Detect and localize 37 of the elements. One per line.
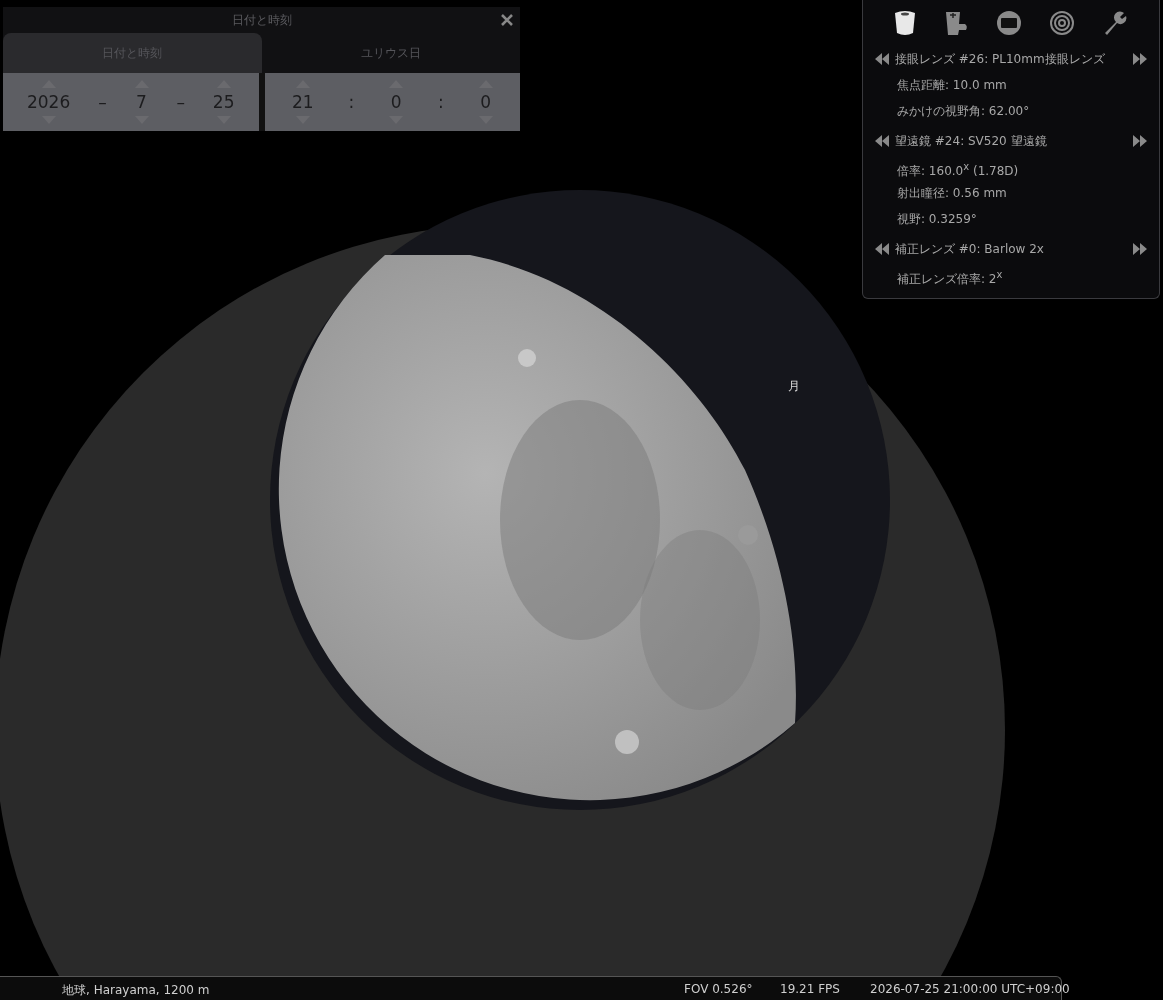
spinner-value[interactable]: 2026 bbox=[26, 91, 71, 113]
spinner-value[interactable]: 7 bbox=[136, 91, 147, 113]
target-icon[interactable] bbox=[1048, 10, 1075, 36]
location-text: 地球, Harayama, 1200 m bbox=[62, 982, 210, 999]
previous-icon[interactable] bbox=[875, 243, 889, 255]
separator: : bbox=[437, 92, 444, 112]
detail-text: 焦点距離: 10.0 mm bbox=[896, 77, 1008, 94]
datetime-text: 2026-07-25 21:00:00 UTC+09:00 bbox=[870, 982, 1070, 996]
section-title: 補正レンズ #0: Barlow 2x bbox=[895, 240, 1045, 258]
spinner-value[interactable]: 0 bbox=[480, 91, 491, 113]
tab[interactable]: ユリウス日 bbox=[261, 33, 520, 73]
spinner-value[interactable]: 21 bbox=[291, 91, 314, 113]
next-icon[interactable] bbox=[1133, 53, 1147, 65]
previous-icon[interactable] bbox=[875, 53, 889, 65]
next-icon[interactable] bbox=[1133, 135, 1147, 147]
separator: – bbox=[98, 92, 107, 112]
previous-icon[interactable] bbox=[875, 135, 889, 147]
detail-text: 射出瞳径: 0.56 mm bbox=[896, 185, 1008, 202]
close-icon[interactable] bbox=[500, 13, 514, 27]
detail-text: 倍率: 160.0$^{x}$ (1.78D) bbox=[896, 160, 1020, 180]
fov-text: FOV 0.526° bbox=[684, 982, 753, 996]
separator: – bbox=[176, 92, 185, 112]
fps-text: 19.21 FPS bbox=[780, 982, 840, 996]
detail-text: 補正レンズ倍率: 2$^{x}$ bbox=[896, 268, 1004, 288]
object-label: 月 bbox=[788, 378, 800, 395]
spinner-value[interactable]: 25 bbox=[212, 91, 235, 113]
eyepiece-icon[interactable] bbox=[894, 10, 917, 36]
next-icon[interactable] bbox=[1133, 243, 1147, 255]
section-title: 望遠鏡 #24: SV520 望遠鏡 bbox=[895, 132, 1048, 150]
detail-text: みかけの視野角: 62.00° bbox=[896, 103, 1031, 120]
spinner-value[interactable]: 0 bbox=[390, 91, 402, 113]
section-title: 接眼レンズ #26: PL10mm接眼レンズ bbox=[895, 50, 1106, 68]
telescope-icon[interactable] bbox=[943, 10, 970, 36]
detail-text: 視野: 0.3259° bbox=[896, 211, 978, 228]
window-title: 日付と時刻 bbox=[231, 11, 292, 29]
sensor-icon[interactable] bbox=[996, 10, 1022, 36]
separator: : bbox=[348, 92, 355, 112]
